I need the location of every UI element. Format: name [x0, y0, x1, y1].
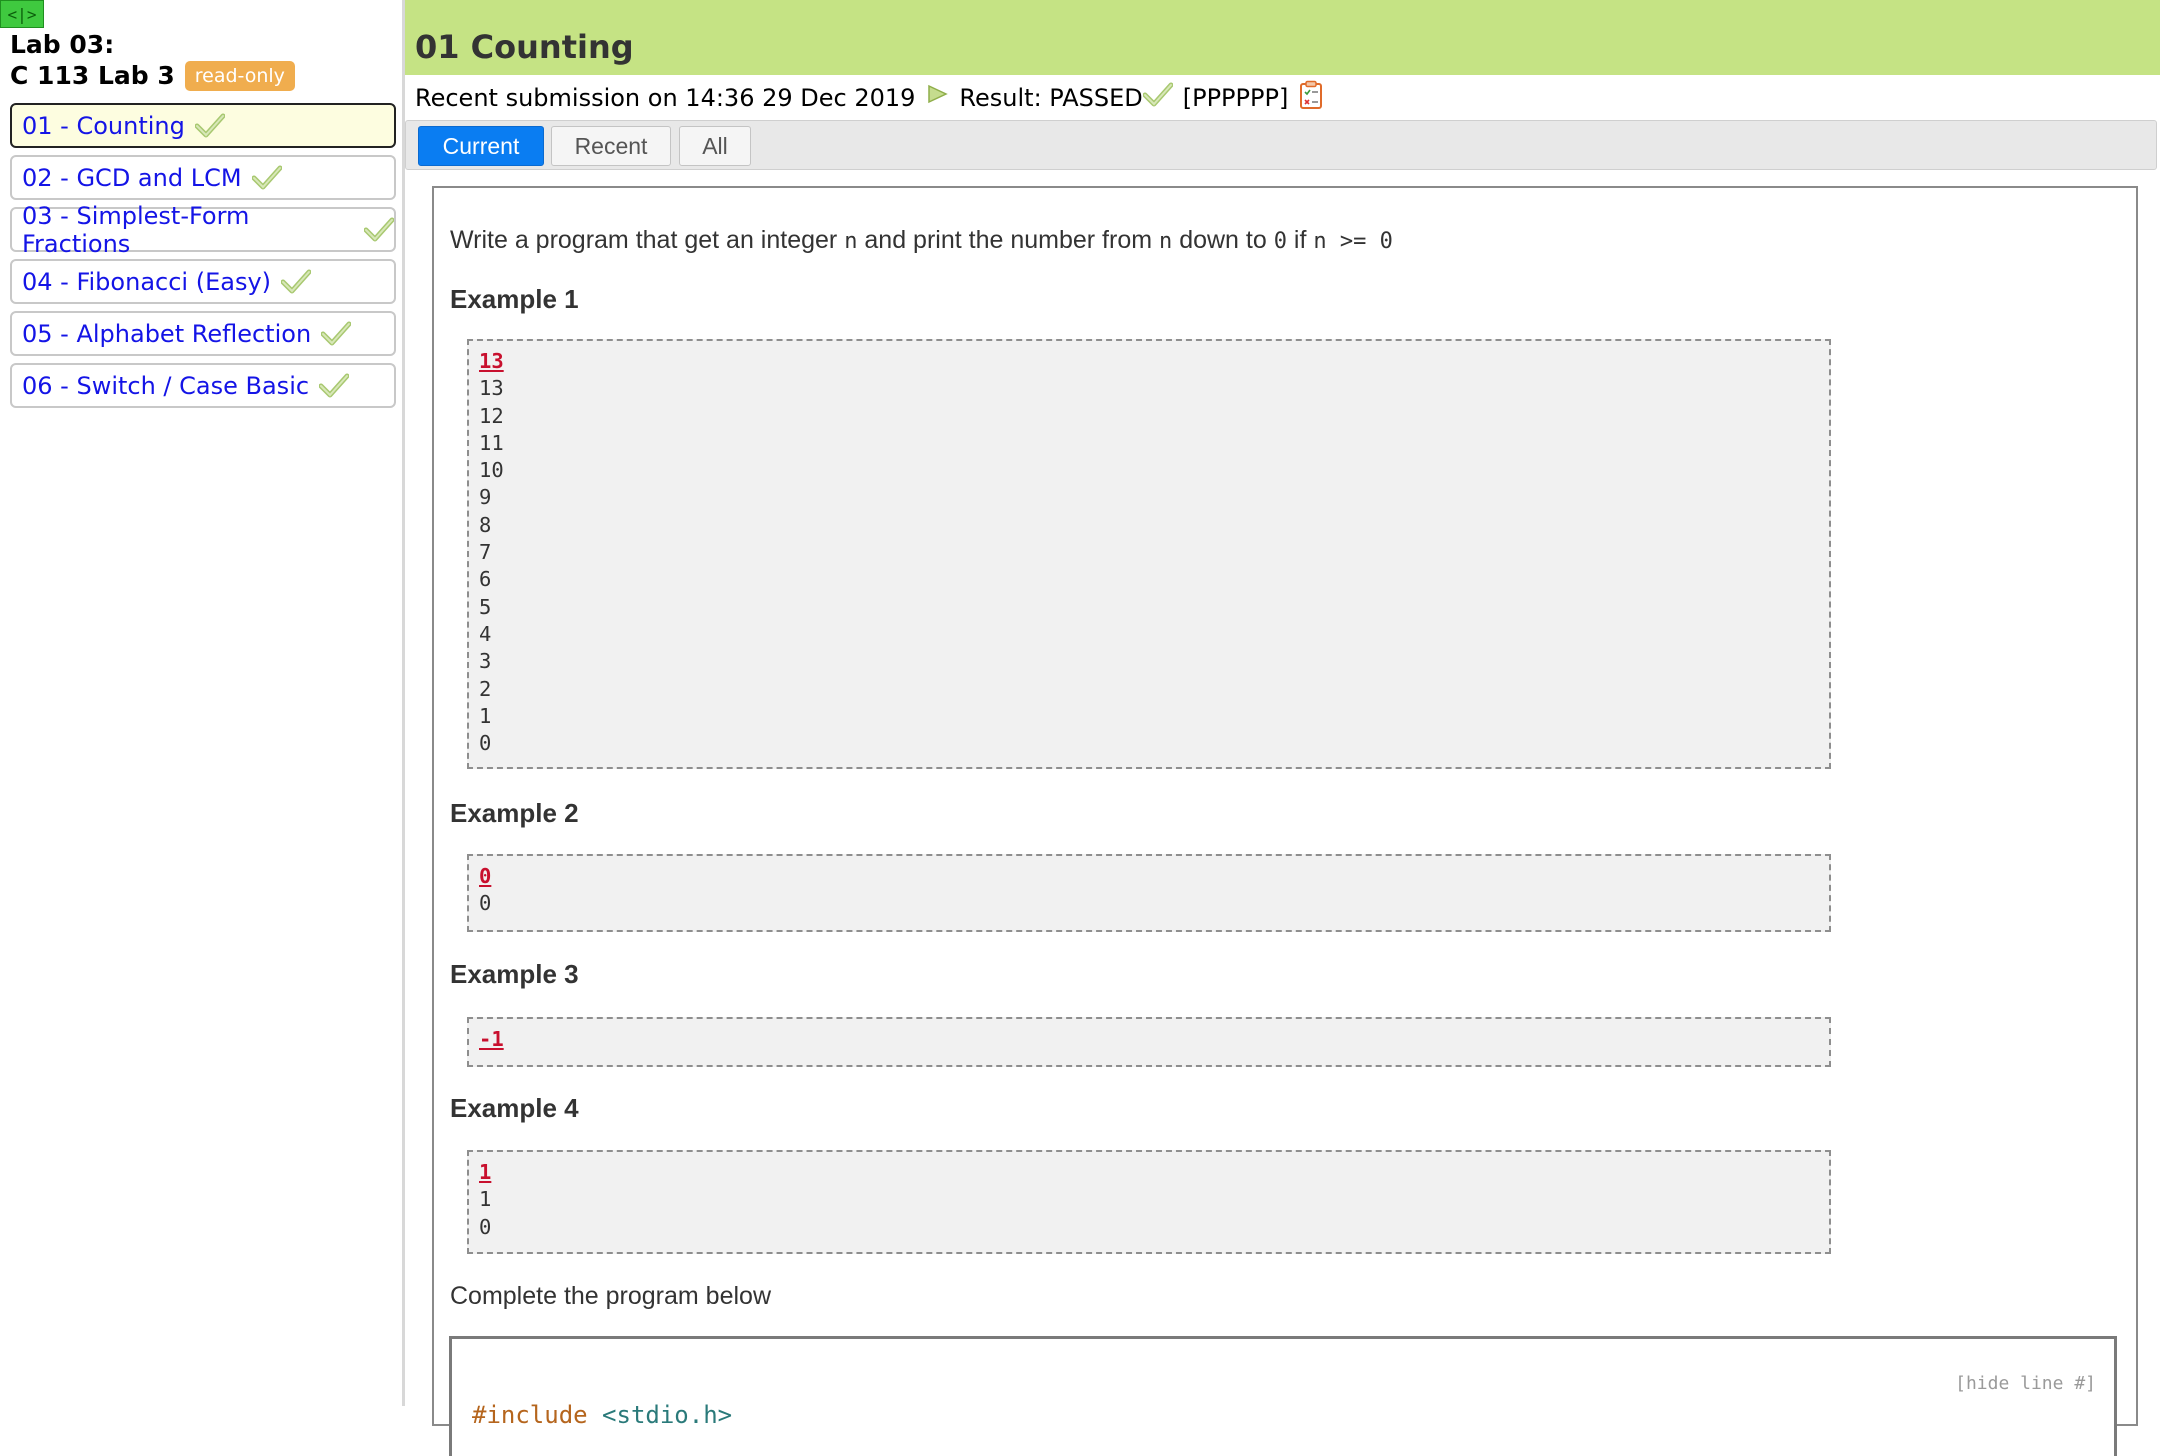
example-box: -1 — [467, 1017, 1831, 1067]
view-tabs: Current Recent All — [405, 120, 2157, 170]
page-title: 01 Counting — [415, 28, 634, 66]
example-input: 13 — [479, 349, 504, 373]
code-line: #include <stdio.h> — [472, 1401, 733, 1429]
code-editor[interactable]: [hide line #] #include <stdio.h> — [449, 1336, 2117, 1456]
check-icon — [1142, 82, 1174, 114]
check-icon — [319, 373, 350, 399]
example-heading: Example 4 — [450, 1093, 579, 1123]
lab-title: Lab 03: — [10, 30, 115, 59]
check-icon — [364, 217, 394, 243]
example-input: -1 — [479, 1027, 504, 1051]
task-item-fibonacci[interactable]: 04 - Fibonacci (Easy) — [10, 259, 396, 304]
task-item-simplest-form[interactable]: 03 - Simplest-Form Fractions — [10, 202, 396, 258]
clipboard-icon[interactable] — [1298, 80, 1324, 116]
task-item-alphabet-reflection[interactable]: 05 - Alphabet Reflection — [10, 311, 396, 356]
complete-program-label: Complete the program below — [450, 1282, 771, 1310]
result-code: [PPPPPP] — [1182, 84, 1289, 112]
example-box: 0 0 — [467, 854, 1831, 932]
task-label: 06 - Switch / Case Basic — [22, 371, 310, 400]
task-label: 03 - Simplest-Form Fractions — [22, 201, 250, 258]
example-input: 1 — [479, 1160, 492, 1184]
result-text: Result: PASSED — [959, 84, 1143, 112]
submission-info: Recent submission on 14:36 29 Dec 2019 R… — [415, 80, 1324, 116]
task-label: 01 - Counting — [22, 111, 185, 140]
problem-statement: Write a program that get an integer n an… — [450, 226, 1393, 254]
example-heading: Example 1 — [450, 284, 579, 314]
tab-recent[interactable]: Recent — [551, 126, 671, 166]
read-only-badge: read-only — [184, 61, 295, 91]
header-bar: 01 Counting — [405, 0, 2160, 75]
tab-all[interactable]: All — [679, 126, 751, 166]
check-icon — [281, 269, 312, 295]
lab-subtitle-row: C 113 Lab 3 read-only — [10, 61, 295, 91]
check-icon — [321, 321, 352, 347]
task-list: 01 - Counting 02 - GCD and LCM 03 - Simp… — [10, 103, 396, 415]
example-heading: Example 2 — [450, 798, 579, 828]
task-label: 05 - Alphabet Reflection — [22, 319, 312, 348]
sidebar-toggle-button[interactable]: <|> — [0, 0, 44, 28]
example-heading: Example 3 — [450, 959, 579, 989]
lab-subtitle: C 113 Lab 3 — [10, 61, 175, 90]
task-item-switch-case[interactable]: 06 - Switch / Case Basic — [10, 363, 396, 408]
problem-panel: Write a program that get an integer n an… — [432, 186, 2138, 1456]
check-icon — [251, 165, 282, 191]
check-icon — [194, 113, 225, 139]
submission-text: Recent submission on 14:36 29 Dec 2019 — [415, 84, 916, 112]
main-content: 01 Counting Recent submission on 14:36 2… — [405, 0, 2160, 1456]
play-icon[interactable] — [925, 83, 949, 113]
example-box: 13 13 12 11 10 9 8 7 6 5 4 3 2 1 0 — [467, 339, 1831, 769]
example-input: 0 — [479, 864, 492, 888]
task-label: 02 - GCD and LCM — [22, 163, 242, 192]
hide-line-numbers-toggle[interactable]: [hide line #] — [1955, 1373, 2096, 1394]
tab-current[interactable]: Current — [418, 126, 544, 166]
sidebar: <|> Lab 03: C 113 Lab 3 read-only 01 - C… — [0, 0, 405, 1406]
example-box: 1 1 0 — [467, 1150, 1831, 1254]
task-item-counting[interactable]: 01 - Counting — [10, 103, 396, 148]
task-item-gcd-lcm[interactable]: 02 - GCD and LCM — [10, 155, 396, 200]
task-label: 04 - Fibonacci (Easy) — [22, 267, 272, 296]
